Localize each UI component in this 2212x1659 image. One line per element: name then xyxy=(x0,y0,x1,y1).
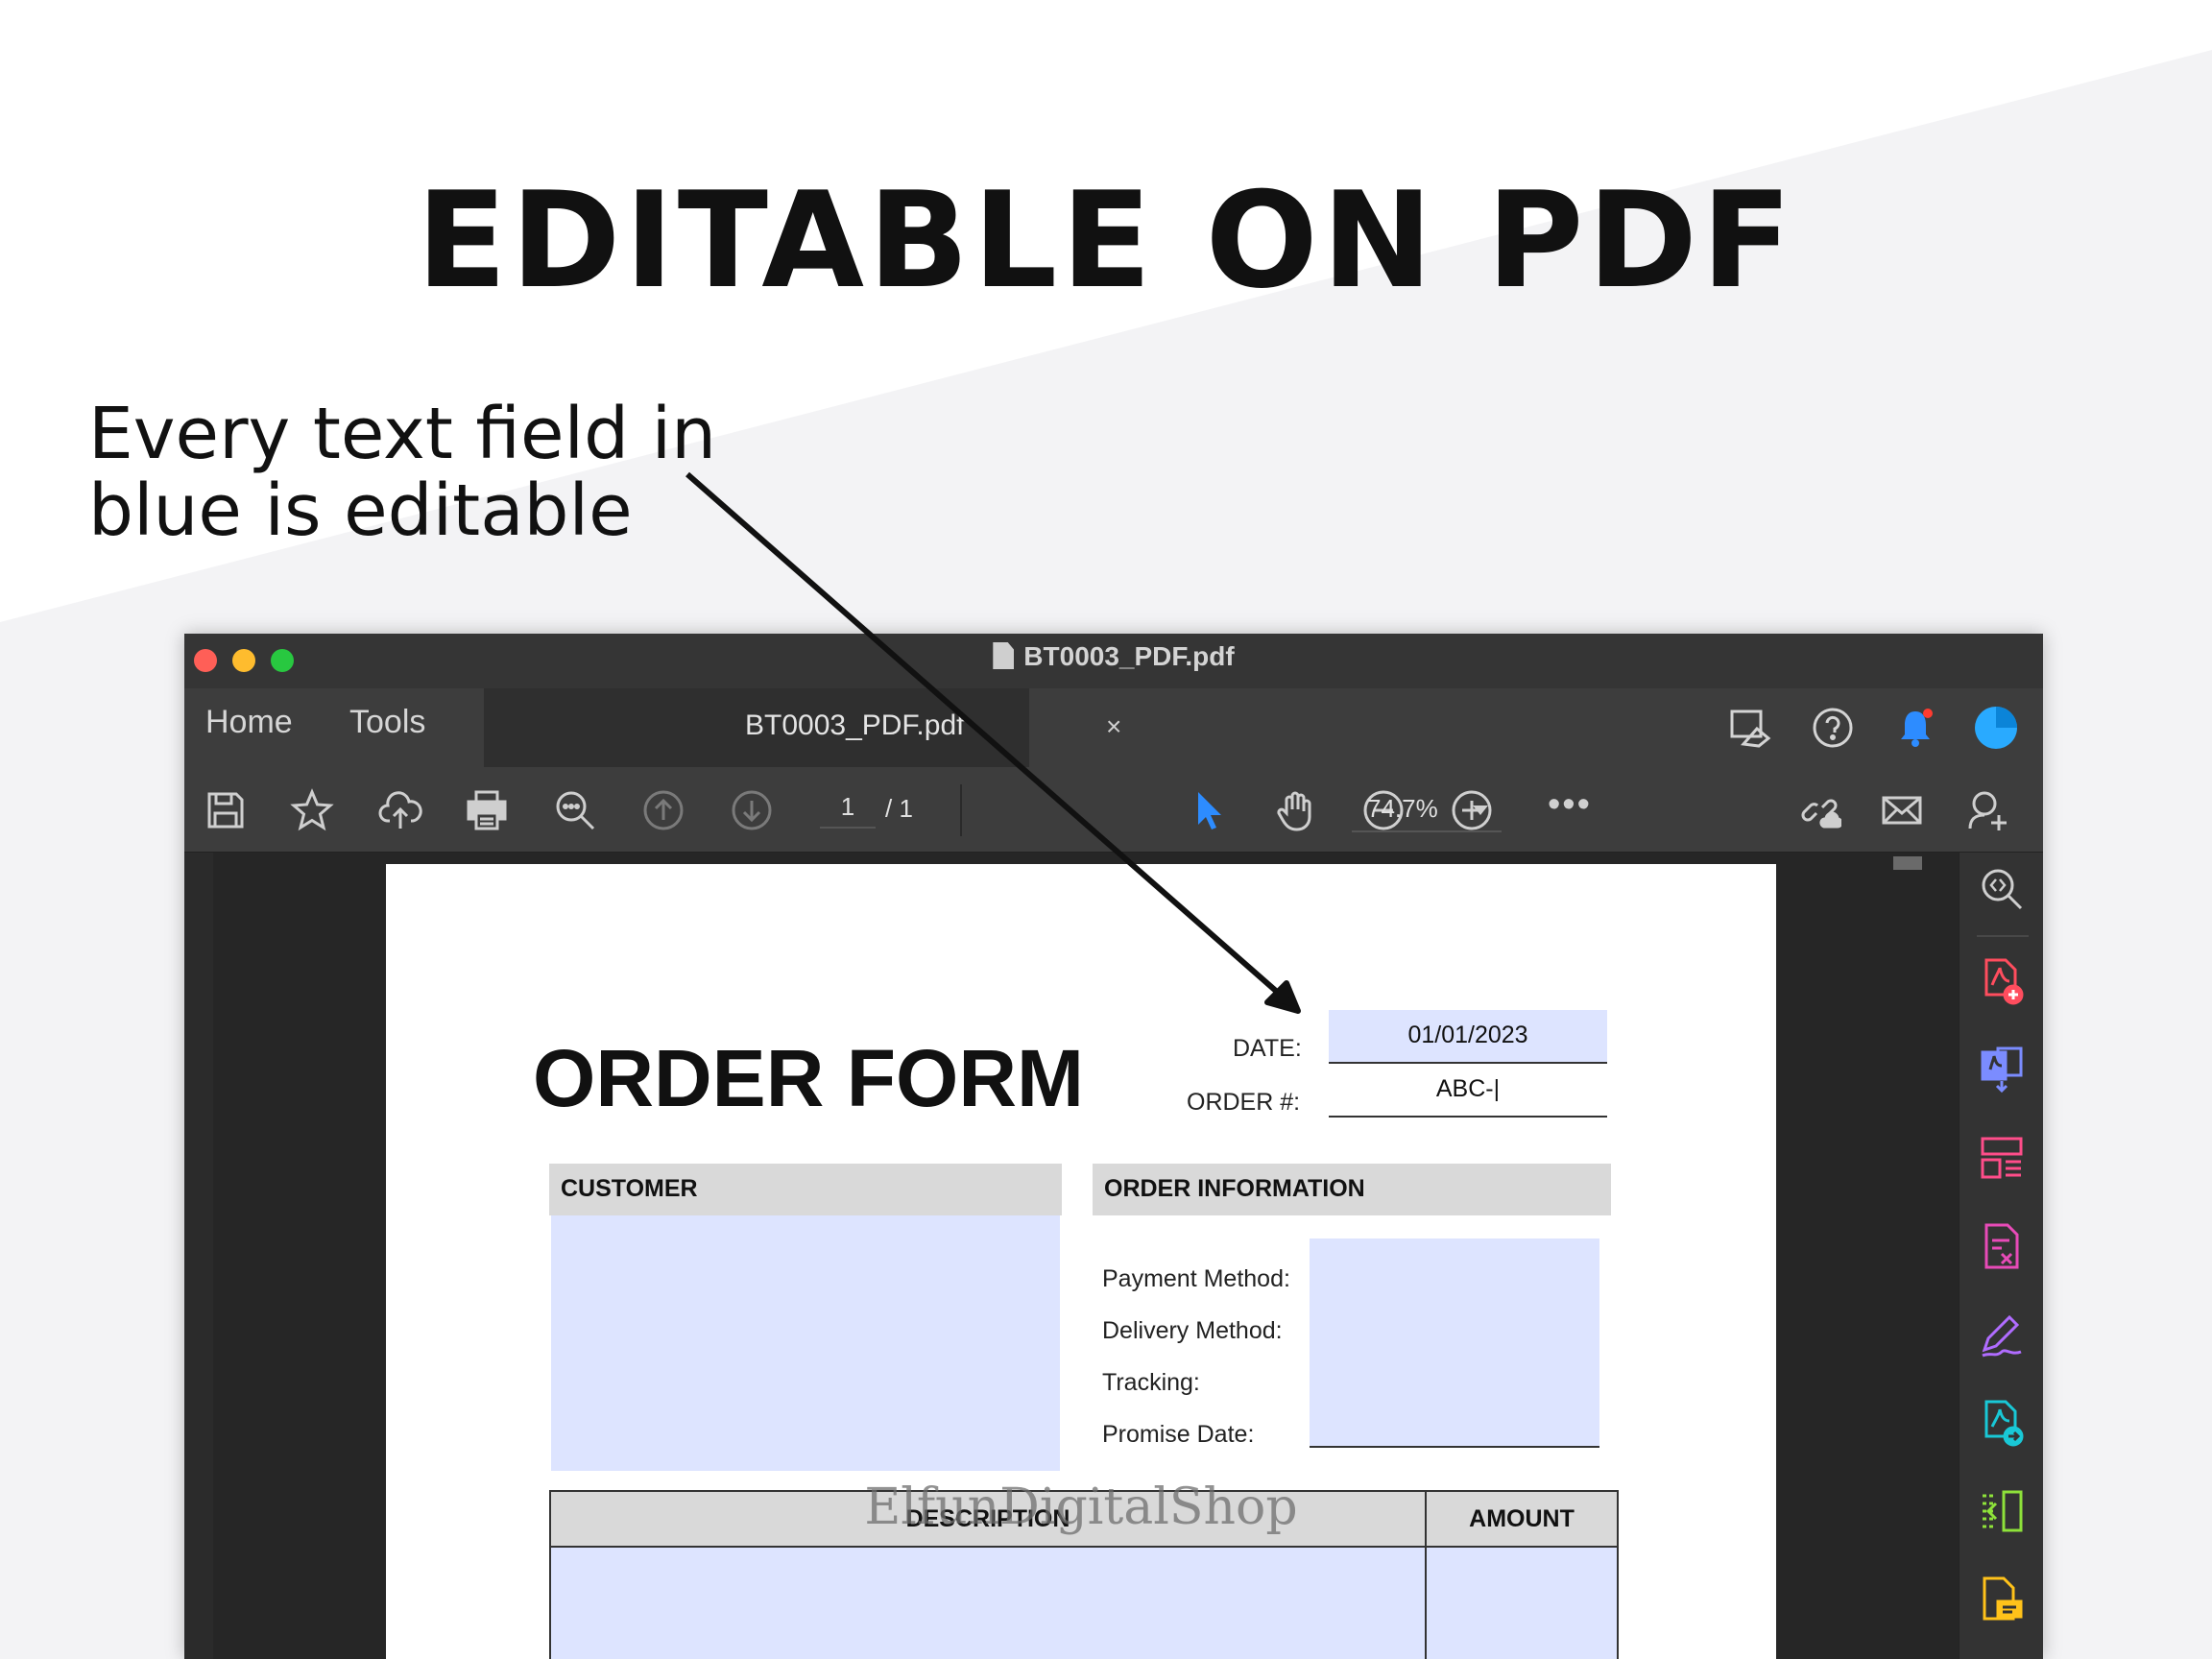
callout-text: Every text field in blue is editable xyxy=(88,393,717,552)
tracking-label: Tracking: xyxy=(1102,1369,1200,1396)
page-number-input[interactable]: 1 xyxy=(820,792,876,829)
share-link-icon[interactable] xyxy=(1793,784,1845,836)
window-title-text: BT0003_PDF.pdf xyxy=(1023,641,1235,671)
title-bar: BT0003_PDF.pdf xyxy=(184,634,2043,689)
tab-document[interactable]: BT0003_PDF.pdf × xyxy=(484,688,1121,767)
save-icon[interactable] xyxy=(200,784,252,836)
tab-document-label: BT0003_PDF.pdf xyxy=(745,709,965,741)
document-viewport[interactable]: ORDER FORM DATE: 01/01/2023 ORDER #: ABC… xyxy=(213,853,1987,1659)
compress-icon[interactable] xyxy=(1960,1484,2043,1538)
cloud-upload-icon[interactable] xyxy=(374,784,426,836)
add-user-icon[interactable] xyxy=(1962,784,2014,836)
customer-field[interactable] xyxy=(551,1215,1060,1471)
create-pdf-icon[interactable] xyxy=(1960,954,2043,1008)
form-title: ORDER FORM xyxy=(533,1033,1084,1123)
date-field[interactable]: 01/01/2023 xyxy=(1329,1010,1607,1064)
share-screen-icon[interactable] xyxy=(1724,702,1776,754)
tab-close-button[interactable]: × xyxy=(1106,711,1121,742)
export-pdf-icon[interactable] xyxy=(1960,1043,2043,1096)
delivery-method-label: Delivery Method: xyxy=(1102,1317,1283,1344)
help-icon[interactable] xyxy=(1807,702,1859,754)
delivery-method-field[interactable] xyxy=(1310,1290,1599,1344)
email-icon[interactable] xyxy=(1876,784,1928,836)
toolbar-divider xyxy=(960,784,962,836)
scrollbar-thumb[interactable] xyxy=(1893,856,1922,870)
page-down-icon[interactable] xyxy=(726,784,778,836)
customer-header: CUSTOMER xyxy=(549,1164,1062,1215)
description-field[interactable] xyxy=(551,1548,1427,1659)
hand-icon[interactable] xyxy=(1269,784,1321,836)
page-up-icon[interactable] xyxy=(637,784,689,836)
headline: EDITABLE ON PDF xyxy=(416,163,1796,318)
tab-home[interactable]: Home xyxy=(205,704,293,741)
right-tools-rail xyxy=(1959,853,2043,1659)
zoom-rail-icon[interactable] xyxy=(1960,862,2043,916)
zoom-search-icon[interactable] xyxy=(549,784,601,836)
payment-method-field[interactable] xyxy=(1310,1238,1599,1292)
promise-date-field[interactable] xyxy=(1310,1394,1599,1448)
zoom-value: 74.7% xyxy=(1367,794,1438,823)
page-total: / 1 xyxy=(885,794,913,823)
chevron-down-icon[interactable] xyxy=(1473,805,1488,815)
promise-date-label: Promise Date: xyxy=(1102,1421,1255,1448)
rail-divider xyxy=(1977,935,2029,937)
organize-pages-icon[interactable] xyxy=(1960,1131,2043,1185)
comment-icon[interactable] xyxy=(1960,1573,2043,1626)
main-toolbar: 1 / 1 74.7% ••• xyxy=(184,767,2043,853)
document-icon xyxy=(993,642,1015,669)
fill-sign-icon[interactable] xyxy=(1960,1308,2043,1361)
payment-method-label: Payment Method: xyxy=(1102,1265,1290,1292)
print-icon[interactable] xyxy=(461,784,513,836)
account-avatar[interactable] xyxy=(1970,702,2022,754)
tab-tools[interactable]: Tools xyxy=(349,704,425,741)
order-number-field[interactable]: ABC-| xyxy=(1329,1064,1607,1118)
share-pdf-icon[interactable] xyxy=(1960,1396,2043,1450)
order-number-label: ORDER #: xyxy=(1187,1089,1301,1116)
tracking-field[interactable] xyxy=(1310,1342,1599,1396)
pdf-app-window: BT0003_PDF.pdf Home Tools BT0003_PDF.pdf… xyxy=(184,634,2043,1659)
tab-bar: Home Tools BT0003_PDF.pdf × xyxy=(184,688,2043,767)
star-icon[interactable] xyxy=(286,784,338,836)
amount-field[interactable] xyxy=(1427,1548,1617,1659)
edit-pdf-icon[interactable] xyxy=(1960,1219,2043,1273)
more-options-icon[interactable]: ••• xyxy=(1548,784,1592,826)
watermark: ElfunDigitalShop xyxy=(864,1479,1298,1536)
pdf-page: ORDER FORM DATE: 01/01/2023 ORDER #: ABC… xyxy=(386,864,1776,1659)
select-cursor-icon[interactable] xyxy=(1183,784,1235,836)
date-label: DATE: xyxy=(1233,1035,1302,1062)
order-information-header: ORDER INFORMATION xyxy=(1093,1164,1611,1215)
notification-bell-icon[interactable] xyxy=(1889,702,1941,754)
window-title: BT0003_PDF.pdf xyxy=(184,641,2043,672)
